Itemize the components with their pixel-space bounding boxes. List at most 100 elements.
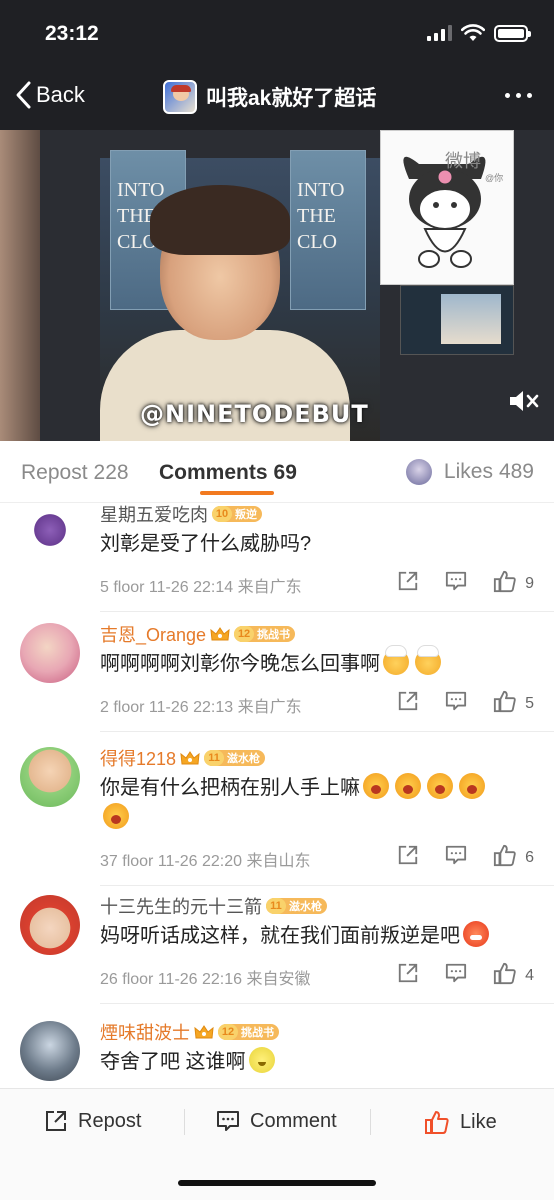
commenter-avatar[interactable] [20, 895, 80, 955]
comment-location: 来自广东 [237, 699, 302, 716]
video-watermark: @NINETODEBUT [140, 400, 369, 428]
commenter-name[interactable]: 煙味甜波士 12 挑战书 [100, 1019, 279, 1045]
status-bar: 23:12 [0, 0, 554, 70]
floor-number: 2 floor [100, 699, 145, 716]
commenter-avatar[interactable] [20, 747, 80, 807]
home-indicator [178, 1180, 376, 1186]
divider [100, 731, 554, 732]
comment-text: 啊啊啊啊刘彰你今晚怎么回事啊 [100, 646, 504, 679]
tab-comments[interactable]: Comments 69 [159, 461, 297, 485]
comment-reply-button[interactable] [445, 690, 467, 717]
divider [100, 1003, 554, 1004]
comment-meta: 2 floor 11-26 22:13 来自广东 [100, 693, 302, 717]
comment-time: 11-26 22:14 [148, 579, 234, 596]
comment-time: 11-26 22:16 [157, 971, 243, 988]
more-button[interactable] [505, 93, 532, 98]
mute-button[interactable] [508, 388, 540, 419]
like-button[interactable]: Like [424, 1109, 497, 1135]
comment-time: 11-26 22:20 [157, 853, 243, 870]
thumb-up-icon [493, 569, 517, 598]
like-count: 9 [525, 574, 534, 592]
like-count: 4 [525, 966, 534, 984]
liker-avatar [405, 459, 432, 485]
crown-icon [194, 1025, 214, 1039]
share-icon [397, 962, 419, 989]
username: 十三先生的元十三箭 [100, 897, 262, 917]
lemon-emoji-icon [248, 1047, 275, 1073]
comment-location: 来自广东 [237, 579, 302, 596]
comment-like-button[interactable]: 9 [493, 569, 534, 598]
tab-repost[interactable]: Repost 228 [21, 461, 129, 485]
commenter-name[interactable]: 吉恩_Orange 12 挑战书 [100, 621, 296, 647]
fan-level-badge: 11 滋水枪 [266, 898, 327, 914]
status-time: 23:12 [45, 22, 99, 45]
battery-icon [494, 24, 531, 42]
comment-actions: 6 [397, 843, 534, 872]
picture-in-picture: 微博 @你 [380, 130, 514, 285]
divider [100, 885, 554, 886]
post-tabs: Repost 228 Comments 69 Likes 489 [0, 441, 554, 503]
comment-location: 来自山东 [246, 853, 311, 870]
nav-bar: Back 叫我ak就好了超话 [0, 70, 554, 126]
comment-icon [445, 844, 467, 871]
comment-share-button[interactable] [397, 844, 419, 871]
like-count: 6 [525, 848, 534, 866]
mute-icon [510, 391, 539, 411]
comment-meta: 26 floor 11-26 22:16 来自安徽 [100, 965, 311, 989]
comment-meta: 37 floor 11-26 22:20 来自山东 [100, 847, 311, 871]
comment-reply-button[interactable] [445, 570, 467, 597]
back-label: Back [36, 82, 85, 107]
supertopic-avatar [163, 80, 197, 114]
thumb-up-icon [425, 1111, 449, 1134]
comment-actions: 9 [397, 569, 534, 598]
crown-icon [180, 751, 200, 765]
commenter-name[interactable]: 十三先生的元十三箭 11 滋水枪 [100, 893, 327, 919]
comment-text: 夺舍了吧 这谁啊 [100, 1047, 504, 1077]
comment-share-button[interactable] [397, 690, 419, 717]
back-button[interactable]: Back [14, 80, 85, 110]
comment-like-button[interactable]: 4 [493, 961, 534, 990]
share-icon [46, 1111, 66, 1131]
comment-like-button[interactable]: 6 [493, 843, 534, 872]
cry-emoji-icon [427, 773, 453, 799]
username: 煙味甜波士 [100, 1023, 190, 1043]
comment-text: 你是有什么把柄在别人手上嘛 [100, 773, 504, 833]
comment-time: 11-26 22:13 [148, 699, 234, 716]
video-player[interactable]: INTO THE CLOUDS INTO THE CLO 微博 @你 @NINE… [0, 130, 554, 441]
comment-button[interactable]: Comment [216, 1109, 337, 1133]
cry-emoji-icon [363, 773, 389, 799]
commenter-avatar[interactable] [20, 623, 80, 683]
floor-number: 37 floor [100, 853, 154, 870]
comment-location: 来自安徽 [246, 971, 311, 988]
comment-icon [445, 570, 467, 597]
comment-meta: 5 floor 11-26 22:14 来自广东 [100, 573, 302, 597]
username: 得得1218 [100, 749, 177, 769]
fan-level-badge: 12 挑战书 [234, 626, 296, 642]
comment-list: 星期五爱吃肉 10 叛逆 刘彰是受了什么威胁吗? 5 floor 11-26 22:14… [0, 503, 554, 1088]
comment-share-button[interactable] [397, 570, 419, 597]
fan-level-badge: 12 挑战书 [218, 1024, 279, 1040]
comment-reply-button[interactable] [445, 844, 467, 871]
divider [100, 611, 554, 612]
comment-like-button[interactable]: 5 [493, 689, 534, 718]
repost-button[interactable]: Repost [44, 1109, 141, 1133]
commenter-avatar[interactable] [20, 1021, 80, 1081]
comment-share-button[interactable] [397, 962, 419, 989]
comment-reply-button[interactable] [445, 962, 467, 989]
comment-icon [445, 962, 467, 989]
fan-level-badge: 10 叛逆 [212, 506, 262, 522]
commenter-name[interactable]: 得得1218 11 滋水枪 [100, 745, 266, 771]
cry-emoji-icon [395, 773, 421, 799]
more-icon [505, 93, 510, 98]
thumb-up-icon [493, 689, 517, 718]
thumb-up-icon [493, 961, 517, 990]
supertopic-title[interactable]: 叫我ak就好了超话 [163, 80, 376, 114]
like-count: 5 [525, 694, 534, 712]
share-icon [397, 690, 419, 717]
commenter-avatar[interactable] [20, 503, 80, 563]
floor-number: 5 floor [100, 579, 145, 596]
comment-actions: 4 [397, 961, 534, 990]
page-title: 叫我ak就好了超话 [206, 87, 377, 110]
tab-likes[interactable]: Likes 489 [405, 459, 534, 485]
commenter-name[interactable]: 星期五爱吃肉 10 叛逆 [100, 503, 262, 527]
